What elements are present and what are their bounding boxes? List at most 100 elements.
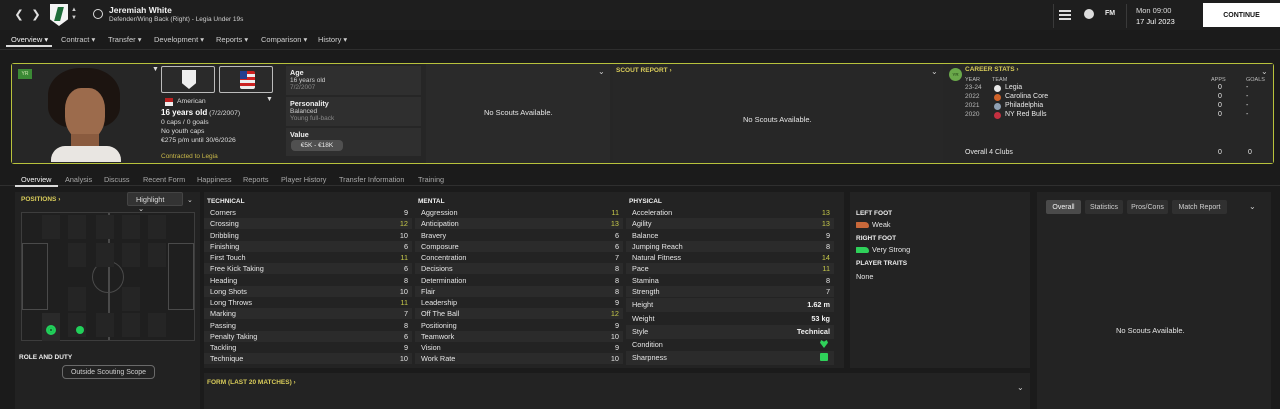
nav-overview[interactable]: Overview ▾	[11, 35, 48, 44]
attribute-value: 11	[400, 253, 408, 262]
attribute-row[interactable]: Long Shots 10	[204, 285, 412, 297]
scout-report: SCOUT REPORT › ⌄ No Scouts Available.	[613, 64, 943, 163]
highlight-dropdown[interactable]: Highlight ⌄	[127, 192, 183, 213]
back-arrow-icon[interactable]: ❮	[12, 8, 26, 22]
attribute-name: Jumping Reach	[632, 241, 683, 251]
attribute-row[interactable]: Passing 8	[204, 320, 412, 331]
tab-recent-form[interactable]: Recent Form	[143, 175, 185, 184]
tab-scout-pros-cons[interactable]: Pros/Cons	[1127, 200, 1168, 214]
attribute-row[interactable]: Composure 6	[415, 240, 623, 252]
attribute-row[interactable]: Aggression 11	[415, 207, 623, 218]
tab-player-history[interactable]: Player History	[281, 175, 326, 184]
chevron-down-icon[interactable]: ⌄	[598, 67, 605, 76]
chevron-down-icon[interactable]: ▼	[266, 96, 273, 103]
chevron-down-icon[interactable]: ▼	[152, 66, 159, 73]
attribute-row[interactable]: Technique 10	[204, 353, 412, 365]
tab-training[interactable]: Training	[418, 175, 444, 184]
tab-scout-statistics[interactable]: Statistics	[1085, 200, 1123, 214]
nav-transfer[interactable]: Transfer ▾	[108, 35, 142, 44]
attribute-row[interactable]: Work Rate 10	[415, 353, 623, 365]
up-down-chevron-icon[interactable]: ▲ ▼	[70, 6, 78, 22]
attribute-value: 11	[822, 264, 830, 274]
attribute-row[interactable]: Determination 8	[415, 275, 623, 286]
attribute-row[interactable]: Marking 7	[204, 308, 412, 320]
attribute-row[interactable]: Agility 13	[626, 218, 834, 230]
table-row[interactable]: 2020 NY Red Bulls 0 -	[954, 111, 1254, 120]
attribute-row[interactable]: Strength 7	[626, 285, 834, 297]
club-crest-icon[interactable]	[50, 4, 68, 26]
positions-link[interactable]: POSITIONS ›	[21, 196, 60, 203]
chevron-down-icon[interactable]: ⌄	[1017, 383, 1024, 392]
continue-button[interactable]: CONTINUE	[1203, 3, 1280, 27]
attribute-row[interactable]: Positioning 9	[415, 320, 623, 331]
attribute-row[interactable]: Anticipation 13	[415, 218, 623, 230]
attribute-row[interactable]: Finishing 6	[204, 240, 412, 252]
attribute-row[interactable]: Leadership 9	[415, 297, 623, 308]
nav-reports[interactable]: Reports ▾	[216, 35, 248, 44]
menu-icon[interactable]	[1059, 10, 1071, 20]
attribute-value: 6	[403, 264, 408, 274]
attribute-row[interactable]: Tackling 9	[204, 342, 412, 353]
tab-happiness[interactable]: Happiness	[197, 175, 231, 184]
attribute-row[interactable]: Vision 9	[415, 342, 623, 353]
outside-scope-button[interactable]: Outside Scouting Scope	[62, 365, 155, 379]
tab-scout-overall[interactable]: Overall	[1046, 200, 1081, 214]
nav-history[interactable]: History ▾	[318, 35, 347, 44]
position-dot-natural[interactable]	[46, 325, 56, 335]
attribute-name: Passing	[210, 320, 236, 330]
tab-scout-match-report[interactable]: Match Report	[1172, 200, 1227, 214]
attribute-row[interactable]: Corners 9	[204, 207, 412, 218]
attribute-row[interactable]: Free Kick Taking 6	[204, 263, 412, 275]
chevron-down-icon[interactable]: ⌄	[187, 196, 193, 204]
forward-arrow-icon[interactable]: ❯	[29, 8, 43, 22]
scout-report-link[interactable]: SCOUT REPORT ›	[616, 67, 672, 74]
tab-transfer-information[interactable]: Transfer Information	[339, 175, 404, 184]
tab-overview[interactable]: Overview	[21, 175, 51, 184]
attribute-row[interactable]: Pace 11	[626, 263, 834, 275]
tab-discuss[interactable]: Discuss	[104, 175, 130, 184]
attribute-row[interactable]: Flair 8	[415, 285, 623, 297]
attribute-row[interactable]: Bravery 6	[415, 230, 623, 241]
attribute-row[interactable]: Stamina 8	[626, 275, 834, 286]
table-row[interactable]: 23-24 Legia 0 -	[954, 84, 1254, 93]
career-stats-link[interactable]: CAREER STATS ›	[965, 66, 1019, 73]
attribute-row[interactable]: Dribbling 10	[204, 230, 412, 241]
attribute-row[interactable]: Decisions 8	[415, 263, 623, 275]
nav-comparison[interactable]: Comparison ▾	[261, 35, 307, 44]
physical-header: PHYSICAL	[629, 198, 662, 205]
fm-logo[interactable]: FM	[1105, 10, 1115, 17]
attribute-row[interactable]: Off The Ball 12	[415, 308, 623, 320]
nation-card[interactable]	[219, 66, 273, 93]
position-dot-accomplished[interactable]	[76, 326, 84, 334]
age-block: Age 16 years old 7/2/2007	[286, 66, 421, 95]
attribute-row[interactable]: Jumping Reach 8	[626, 240, 834, 252]
attribute-row[interactable]: Penalty Taking 6	[204, 330, 412, 342]
nav-development[interactable]: Development ▾	[154, 35, 204, 44]
attribute-row[interactable]: Concentration 7	[415, 252, 623, 263]
player-name: Jeremiah White	[109, 5, 172, 15]
nav-contract[interactable]: Contract ▾	[61, 35, 95, 44]
no-scouts-message: No Scouts Available.	[484, 108, 553, 117]
attribute-row[interactable]: Teamwork 10	[415, 330, 623, 342]
form-link[interactable]: FORM (LAST 20 MATCHES) ›	[207, 379, 296, 386]
chevron-down-icon[interactable]: ⌄	[1261, 67, 1268, 76]
chevron-down-icon[interactable]: ⌄	[1249, 202, 1256, 211]
tab-analysis[interactable]: Analysis	[65, 175, 92, 184]
attribute-row[interactable]: First Touch 11	[204, 252, 412, 263]
attribute-row[interactable]: Balance 9	[626, 230, 834, 241]
attribute-row[interactable]: Long Throws 11	[204, 297, 412, 308]
club-card[interactable]	[161, 66, 215, 93]
player-search-icon[interactable]	[93, 9, 103, 19]
football-icon[interactable]	[1084, 9, 1094, 19]
table-row[interactable]: 2021 Philadelphia 0 -	[954, 102, 1254, 111]
attribute-row[interactable]: Acceleration 13	[626, 207, 834, 218]
attribute-name: Aggression	[421, 208, 458, 217]
attribute-row[interactable]: Crossing 12	[204, 218, 412, 230]
tab-reports[interactable]: Reports	[243, 175, 269, 184]
attribute-row[interactable]: Heading 8	[204, 275, 412, 286]
chevron-down-icon[interactable]: ⌄	[931, 67, 938, 76]
nationality: American	[177, 98, 206, 105]
attribute-row[interactable]: Natural Fitness 14	[626, 252, 834, 263]
table-row[interactable]: 2022 Carolina Core 0 -	[954, 93, 1254, 102]
right-penalty-box	[168, 243, 194, 310]
